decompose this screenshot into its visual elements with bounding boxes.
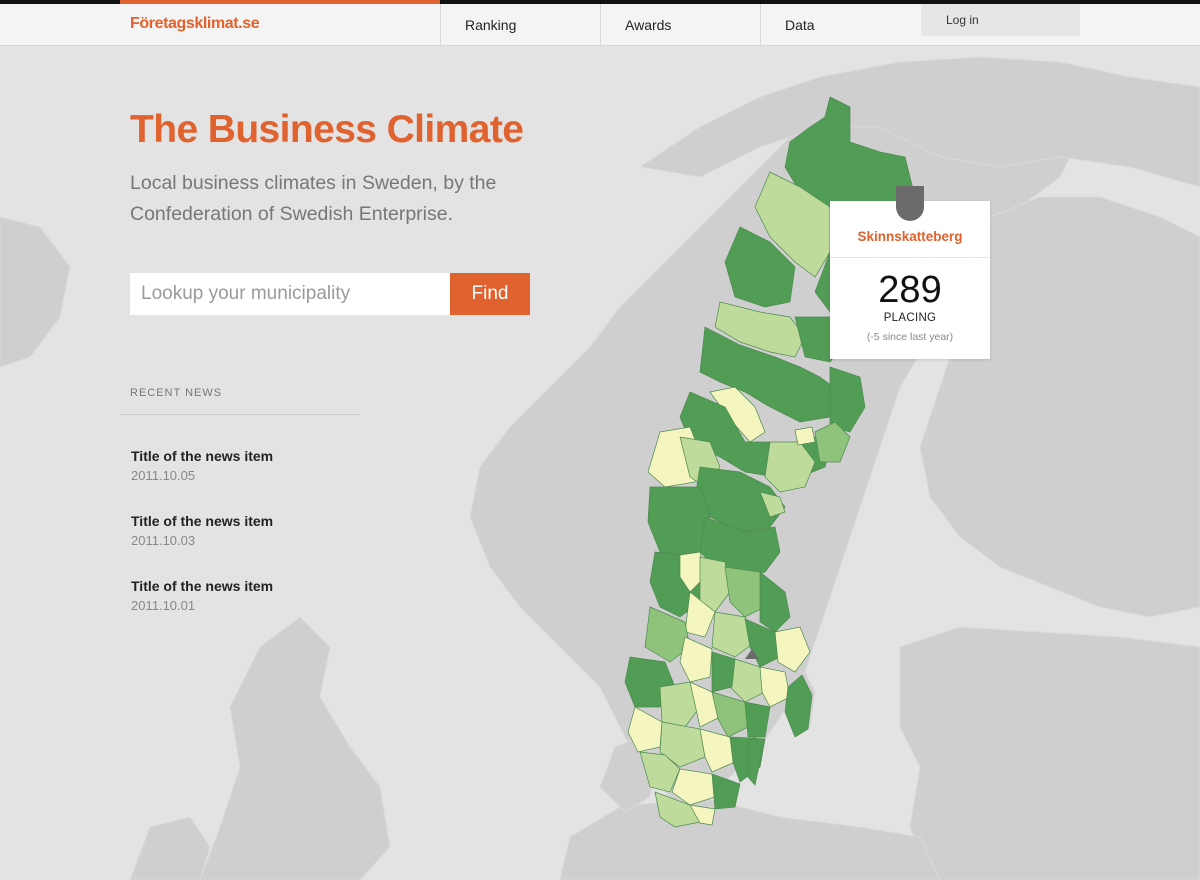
municipality-search-input[interactable] <box>130 273 450 315</box>
pin-icon <box>896 186 924 221</box>
news-item[interactable]: Title of the news item 2011.10.05 <box>131 448 371 483</box>
page-title: The Business Climate <box>130 108 524 151</box>
news-item[interactable]: Title of the news item 2011.10.01 <box>131 578 371 613</box>
region-central-14[interactable] <box>711 651 736 693</box>
land-baltics <box>899 626 1200 880</box>
recent-news-heading: RECENT NEWS <box>130 387 223 399</box>
land-uk <box>199 616 391 880</box>
region-mid-4[interactable] <box>794 426 816 446</box>
land-norway-coast-left <box>0 216 71 368</box>
news-item-title[interactable]: Title of the news item <box>131 448 371 464</box>
callout-rank-change: (-5 since last year) <box>866 331 954 343</box>
news-item-date: 2011.10.01 <box>131 598 196 613</box>
land-ireland <box>129 816 211 880</box>
find-button[interactable]: Find <box>450 273 530 315</box>
page-subtitle: Local business climates in Sweden, by th… <box>130 172 497 225</box>
news-item[interactable]: Title of the news item 2011.10.03 <box>131 513 371 548</box>
news-item-title[interactable]: Title of the news item <box>131 578 371 594</box>
navigation-bar: Företagsklimat.se Ranking Awards Data Lo… <box>0 4 1200 46</box>
callout-rank: 289 <box>878 269 942 311</box>
login-button[interactable]: Log in <box>921 4 1080 36</box>
callout-municipality-name[interactable]: Skinnskatteberg <box>830 229 990 244</box>
news-item-date: 2011.10.03 <box>131 533 196 548</box>
news-item-date: 2011.10.05 <box>131 468 196 483</box>
nav-data[interactable]: Data <box>760 4 920 46</box>
news-divider <box>120 414 360 415</box>
municipality-callout: Skinnskatteberg 289 PLACING (-5 since la… <box>830 186 990 359</box>
callout-rank-label: PLACING <box>883 312 937 324</box>
callout-divider <box>830 257 990 258</box>
land-germany-poland <box>559 796 941 880</box>
site-logo[interactable]: Företagsklimat.se <box>130 15 260 33</box>
news-item-title[interactable]: Title of the news item <box>131 513 371 529</box>
nav-ranking[interactable]: Ranking <box>440 4 600 46</box>
nav-awards[interactable]: Awards <box>600 4 760 46</box>
region-south-12[interactable] <box>711 773 741 810</box>
